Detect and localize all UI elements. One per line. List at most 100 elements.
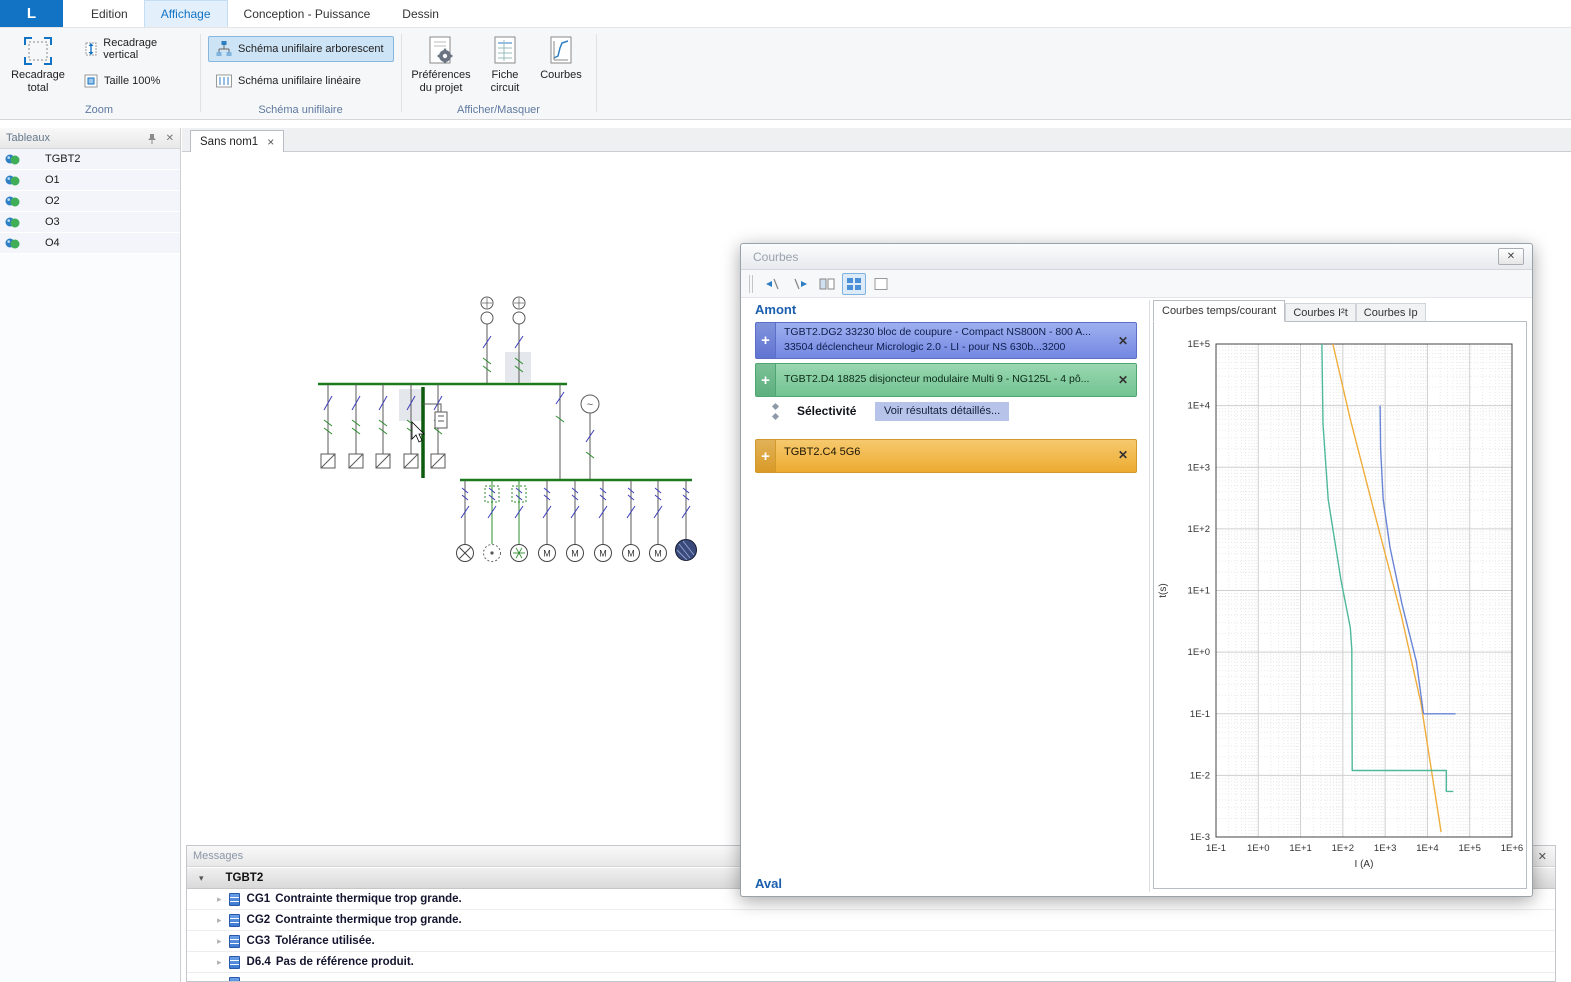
message-text: Pas de référence produit. xyxy=(276,956,414,968)
tableaux-item-o3[interactable]: O3 xyxy=(0,212,180,233)
tableaux-panel: Tableaux ✕ TGBT2 O1 O2 O3 O4 xyxy=(0,128,181,982)
schema-arborescent-label: Schéma unifilaire arborescent xyxy=(238,43,384,55)
single-line-diagram[interactable]: ~MMMMM xyxy=(300,292,720,582)
curves-icon xyxy=(548,36,574,66)
tile-view-button[interactable] xyxy=(815,273,839,295)
svg-text:1E-2: 1E-2 xyxy=(1190,770,1210,781)
expand-icon[interactable]: ▸ xyxy=(217,936,222,947)
tab-dessin[interactable]: Dessin xyxy=(386,0,455,27)
tree-diagram-icon xyxy=(215,40,233,58)
recadrage-total-button[interactable]: Recadrage total xyxy=(6,31,70,103)
ribbon-group-label-zoom: Zoom xyxy=(0,104,198,116)
tab-edition[interactable]: Edition xyxy=(75,0,144,27)
tableaux-item-tgbt2[interactable]: TGBT2 xyxy=(0,149,180,170)
collapse-icon[interactable]: ▾ xyxy=(199,873,204,884)
aval-label: Aval xyxy=(755,876,782,891)
svg-text:M: M xyxy=(627,549,635,559)
courbes-button[interactable]: Courbes xyxy=(536,31,586,103)
recadrage-vertical-button[interactable]: Recadrage vertical xyxy=(76,36,198,62)
fiche-circuit-button[interactable]: Fiche circuit xyxy=(478,31,532,103)
linear-diagram-icon xyxy=(215,72,233,90)
tableaux-item-label: TGBT2 xyxy=(45,153,80,165)
time-current-chart[interactable]: 1E+51E+41E+31E+21E+11E+01E-11E-21E-31E-1… xyxy=(1154,322,1524,885)
tableaux-item-label: O2 xyxy=(45,195,60,207)
message-doc-icon xyxy=(229,956,240,969)
device-card-line1: TGBT2.DG2 33230 bloc de coupure - Compac… xyxy=(784,326,1091,338)
curves-tabs: Courbes temps/courant Courbes I²t Courbe… xyxy=(1153,301,1426,322)
tableaux-close-icon[interactable]: ✕ xyxy=(166,133,174,144)
curves-chart-area[interactable]: 1E+51E+41E+31E+21E+11E+01E-11E-21E-31E-1… xyxy=(1153,321,1527,889)
expand-plus-icon[interactable]: + xyxy=(756,440,776,472)
add-downstream-curve-icon xyxy=(792,277,808,291)
tableaux-item-o2[interactable]: O2 xyxy=(0,191,180,212)
document-tab[interactable]: Sans nom1 × xyxy=(190,130,284,152)
schema-arborescent-button[interactable]: Schéma unifilaire arborescent xyxy=(208,36,394,62)
tableaux-item-o1[interactable]: O1 xyxy=(0,170,180,191)
app-window: L Edition Affichage Conception - Puissan… xyxy=(0,0,1571,982)
tab-courbes-ip[interactable]: Courbes Ip xyxy=(1356,303,1426,322)
svg-text:1E+6: 1E+6 xyxy=(1501,843,1523,854)
expand-plus-icon[interactable]: + xyxy=(756,364,776,396)
svg-text:1E+5: 1E+5 xyxy=(1458,843,1480,854)
expand-icon[interactable]: ▸ xyxy=(217,894,222,905)
svg-text:1E+0: 1E+0 xyxy=(1188,647,1210,658)
close-icon: ✕ xyxy=(1507,251,1515,262)
courbes-close-button[interactable]: ✕ xyxy=(1498,248,1524,265)
svg-text:t(s): t(s) xyxy=(1158,583,1169,597)
svg-text:1E+2: 1E+2 xyxy=(1332,843,1354,854)
blank-background-button[interactable] xyxy=(869,273,893,295)
tab-affichage[interactable]: Affichage xyxy=(144,0,228,27)
recadrage-vertical-label: Recadrage vertical xyxy=(103,37,191,61)
taille-100-button[interactable]: Taille 100% xyxy=(76,68,198,94)
expand-icon[interactable]: ▸ xyxy=(217,915,222,926)
table-icon xyxy=(5,195,20,208)
table-icon xyxy=(5,153,20,166)
tab-courbes-i2t[interactable]: Courbes I²t xyxy=(1285,303,1355,322)
message-text: Contrainte thermique trop grande. xyxy=(275,893,462,905)
svg-text:1E-1: 1E-1 xyxy=(1190,709,1210,720)
selectivity-label: Sélectivité xyxy=(797,404,856,418)
expand-plus-icon[interactable]: + xyxy=(756,323,776,358)
ribbon-group-label-afficher: Afficher/Masquer xyxy=(402,104,595,116)
ribbon: Recadrage total Recadrage vertical Taill… xyxy=(0,28,1571,120)
document-tabstrip: Sans nom1 × xyxy=(182,128,1571,152)
add-downstream-curve-button[interactable] xyxy=(788,273,812,295)
message-row[interactable]: ▸ CG2Contrainte thermique trop grande. xyxy=(187,910,1555,931)
tableaux-item-o4[interactable]: O4 xyxy=(0,233,180,254)
svg-text:~: ~ xyxy=(587,399,593,411)
schema-lineaire-button[interactable]: Schéma unifilaire linéaire xyxy=(208,68,394,94)
tab-close-icon[interactable]: × xyxy=(267,135,274,149)
upstream-device-card-d4[interactable]: + TGBT2.D4 18825 disjoncteur modulaire M… xyxy=(755,363,1137,397)
courbes-titlebar[interactable]: Courbes xyxy=(741,244,1532,270)
grid-view-button[interactable] xyxy=(842,273,866,295)
card-close-icon[interactable]: ✕ xyxy=(1118,334,1128,348)
message-doc-icon xyxy=(229,935,240,948)
card-close-icon[interactable]: ✕ xyxy=(1118,448,1128,462)
svg-text:I (A): I (A) xyxy=(1355,859,1374,870)
message-row-partial[interactable]: ▸ xyxy=(187,973,1555,982)
messages-close-icon[interactable]: ✕ xyxy=(1538,850,1547,863)
tableaux-item-label: O3 xyxy=(45,216,60,228)
expand-icon[interactable]: ▸ xyxy=(217,978,222,982)
card-close-icon[interactable]: ✕ xyxy=(1118,373,1128,387)
app-logo[interactable]: L xyxy=(0,0,63,27)
preferences-projet-button[interactable]: Préférences du projet xyxy=(408,31,474,103)
table-icon xyxy=(5,237,20,250)
svg-text:1E+1: 1E+1 xyxy=(1188,586,1210,597)
table-icon xyxy=(5,174,20,187)
selectivity-details-link[interactable]: Voir résultats détaillés... xyxy=(875,402,1009,421)
tab-conception-puissance[interactable]: Conception - Puissance xyxy=(228,0,387,27)
toolbar-grip[interactable] xyxy=(749,275,753,293)
upstream-device-card-dg2[interactable]: + TGBT2.DG2 33230 bloc de coupure - Comp… xyxy=(755,322,1137,359)
pin-icon[interactable] xyxy=(147,133,157,144)
svg-text:1E+4: 1E+4 xyxy=(1416,843,1438,854)
menu-bar: L Edition Affichage Conception - Puissan… xyxy=(0,0,1571,28)
pane-divider xyxy=(1149,300,1150,892)
tab-courbes-temps-courant[interactable]: Courbes temps/courant xyxy=(1153,300,1285,322)
expand-icon[interactable]: ▸ xyxy=(217,957,222,968)
ribbon-group-label-schema: Schéma unifilaire xyxy=(201,104,400,116)
cable-card-c4[interactable]: + TGBT2.C4 5G6 ✕ xyxy=(755,439,1137,473)
message-row[interactable]: ▸ D6.4Pas de référence produit. xyxy=(187,952,1555,973)
add-upstream-curve-button[interactable] xyxy=(761,273,785,295)
message-row[interactable]: ▸ CG3Tolérance utilisée. xyxy=(187,931,1555,952)
